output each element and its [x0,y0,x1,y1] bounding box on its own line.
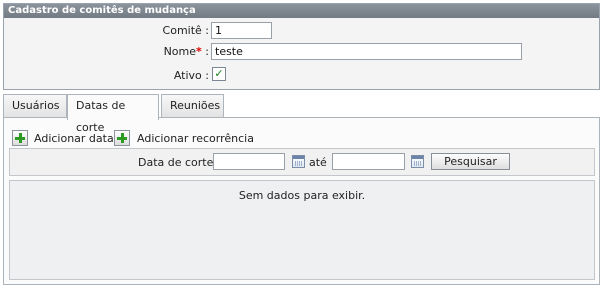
cutoff-date-label: Data de corte : [138,156,221,169]
add-recurrence-button[interactable] [114,130,130,146]
tab-reunioes[interactable]: Reuniões [161,94,224,118]
active-checkbox[interactable]: ✓ [212,67,226,81]
name-label-colon: : [201,45,209,58]
add-recurrence-label[interactable]: Adicionar recorrência [137,132,254,145]
empty-message: Sem dados para exibir. [238,189,366,202]
tab-usuarios[interactable]: Usuários [3,94,67,118]
plus-icon-stem [121,133,124,143]
tab-datas-de-corte[interactable]: Datas de corte [67,94,159,134]
calendar-grid [295,161,302,166]
search-button[interactable]: Pesquisar [431,153,510,170]
calendar-icon[interactable] [411,155,424,168]
calendar-grid [414,161,421,166]
results-grid: Sem dados para exibir. [9,180,595,280]
panel-title: Cadastro de comitês de mudança [4,4,599,18]
cutoff-to-input[interactable] [332,153,405,170]
check-icon: ✓ [214,67,224,80]
add-date-button[interactable] [12,130,28,146]
name-input[interactable] [211,43,522,60]
active-label: Ativo : [173,69,209,82]
cutoff-from-input[interactable] [213,153,285,170]
to-label: até [309,156,327,169]
name-label-text: Nome [163,45,197,58]
plus-icon-stem [19,133,22,143]
name-label: Nome* : [164,45,209,58]
committee-input[interactable] [211,22,272,39]
calendar-icon[interactable] [292,155,305,168]
committee-label: Comitê : [162,24,209,37]
